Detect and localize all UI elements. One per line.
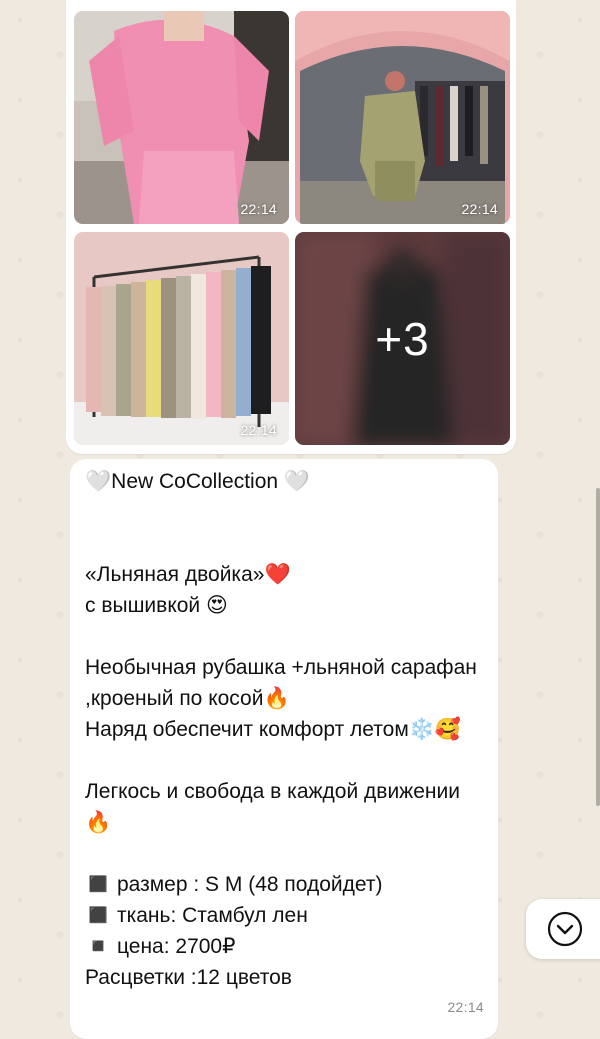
clothing-rack-colors-photo[interactable]: 22:14 (74, 232, 289, 445)
scroll-indicator (596, 488, 600, 806)
scroll-to-bottom-button[interactable] (526, 899, 600, 959)
olive-linen-set-mirror-photo[interactable]: 22:14 (295, 11, 510, 224)
olive-linen-set-image (295, 11, 510, 224)
more-photos-count: +3 (375, 312, 430, 365)
photo-timestamp: 22:14 (461, 201, 498, 217)
pink-linen-set-image (74, 11, 289, 224)
chevron-down-circle-icon (547, 911, 583, 947)
clothing-rack-image (74, 232, 289, 445)
message-bubble[interactable]: 🤍New CoCollection 🤍 «Льняная двойка»❤️ с… (70, 459, 498, 1039)
more-photos-overlay: +3 (295, 232, 510, 445)
photo-timestamp: 22:14 (240, 201, 277, 217)
photo-timestamp: 22:14 (240, 422, 277, 438)
message-timestamp: 22:14 (447, 999, 484, 1015)
more-photos-tile[interactable]: +3 (295, 232, 510, 445)
message-text: 🤍New CoCollection 🤍 «Льняная двойка»❤️ с… (85, 470, 477, 989)
pink-linen-set-photo[interactable]: 22:14 (74, 11, 289, 224)
